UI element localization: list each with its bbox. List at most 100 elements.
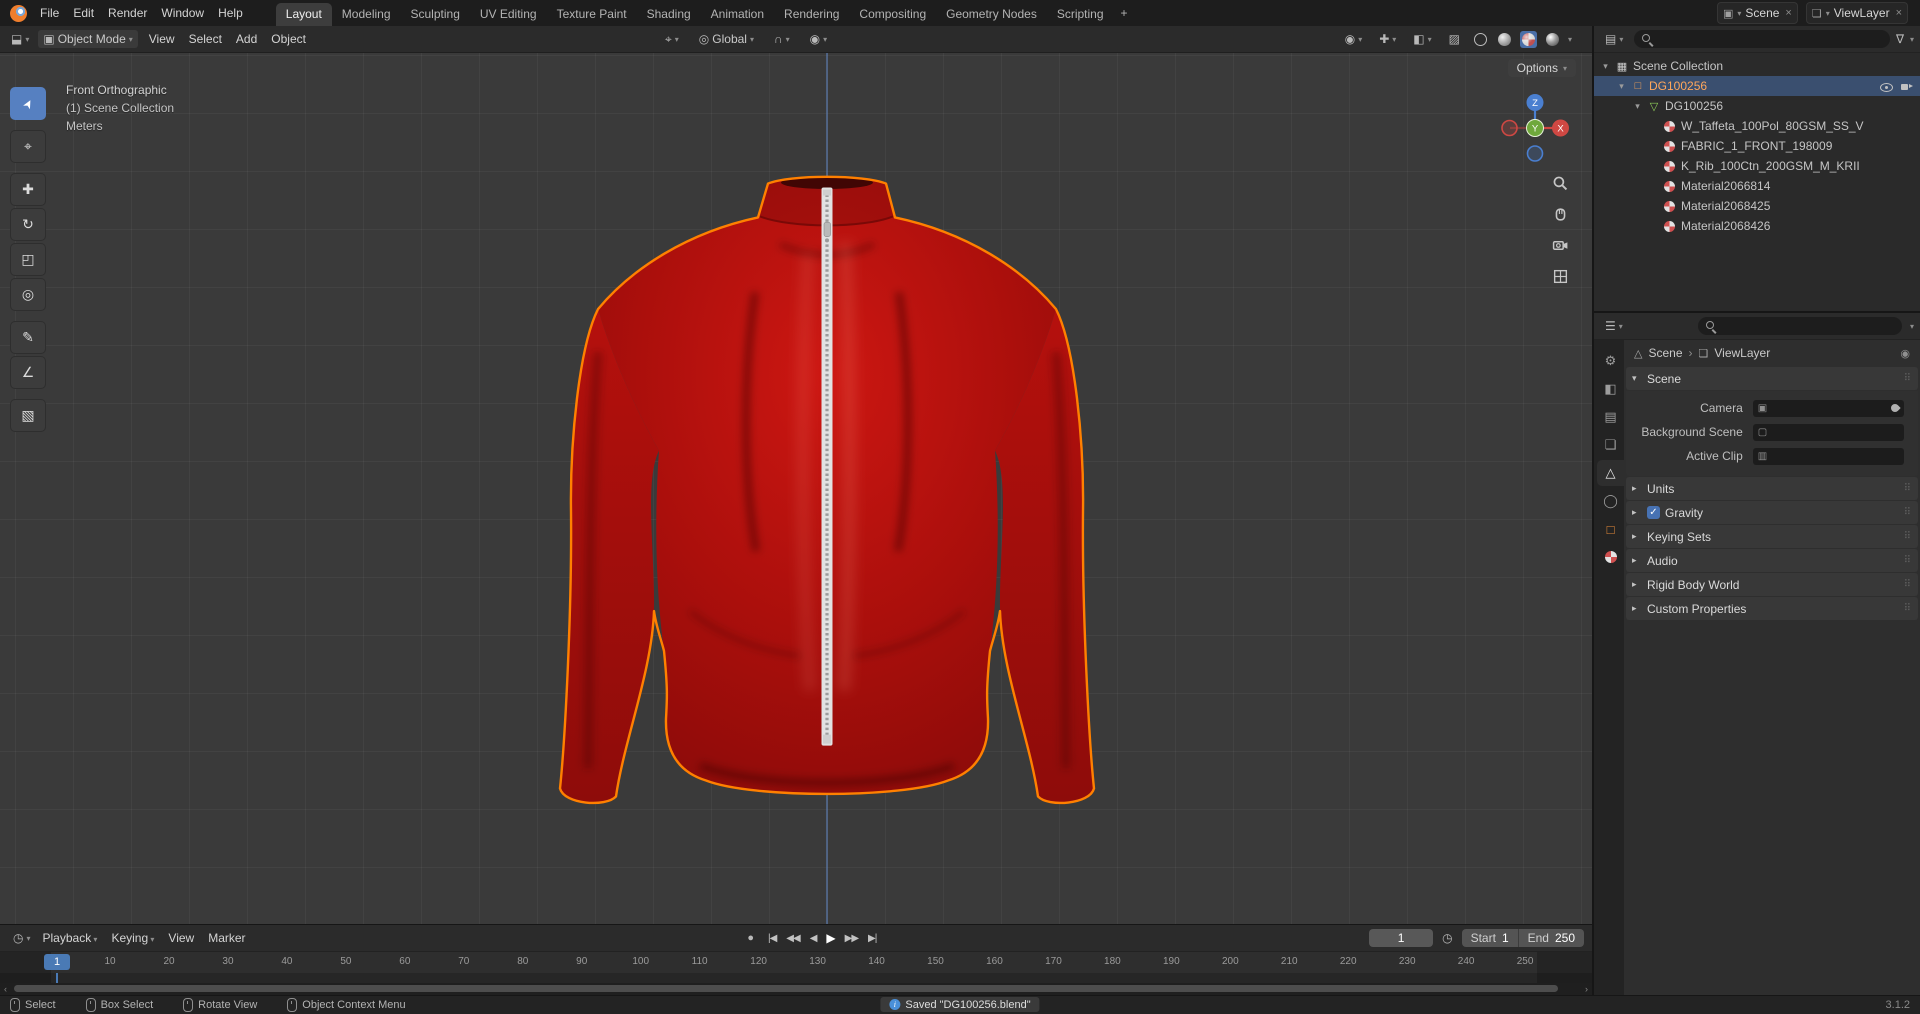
gizmos-dropdown[interactable]: ✚ ▾ [1374,30,1401,48]
pin-icon[interactable]: ◉ [1900,347,1910,360]
viewport-menu-view[interactable]: View [142,29,182,49]
jump-to-end-button[interactable]: ▶| [864,931,880,946]
transform-tool[interactable]: ◎ [10,278,46,311]
tab-layout[interactable]: Layout [275,3,332,26]
disclosure-triangle-icon[interactable]: ▾ [1632,101,1643,112]
panel-gravity[interactable]: ▸ ✓ Gravity ⠿ [1626,501,1918,524]
tab-animation[interactable]: Animation [701,3,774,26]
outliner-row[interactable]: Material2066814 [1594,176,1920,196]
world-tab[interactable]: ◯ [1597,488,1624,514]
axis-neg-x-handle[interactable] [1501,119,1518,137]
outliner-row[interactable]: ▾ □ DG100256 [1594,76,1920,96]
3d-viewport[interactable]: Front Orthographic (1) Scene Collection … [0,53,1592,924]
toggle-ortho-button[interactable] [1548,264,1572,288]
timeline-menu-playback[interactable]: Playback ▾ [36,928,105,948]
proportional-editing-toggle[interactable]: ◉ ▾ [805,30,833,48]
xray-toggle[interactable]: ▨ [1444,30,1465,48]
outliner-row[interactable]: ▾ ▽ DG100256 [1594,96,1920,116]
outliner-row[interactable]: ▾ ▦ Scene Collection [1594,56,1920,76]
background-scene-field[interactable]: ▢ [1752,423,1904,441]
panel-custom-properties[interactable]: ▸ Custom Properties ⠿ [1626,597,1918,620]
preview-range-toggle[interactable]: ◷ [1439,931,1455,945]
panel-audio[interactable]: ▸ Audio ⠿ [1626,549,1918,572]
navigation-gizmo[interactable]: Z X Y [1496,89,1574,167]
annotate-tool[interactable]: ✎ [10,321,46,354]
properties-search-input[interactable] [1697,317,1902,335]
add-cube-tool[interactable]: ▧ [10,399,46,432]
viewport-menu-add[interactable]: Add [229,29,264,49]
measure-tool[interactable]: ∠ [10,356,46,389]
disclosure-triangle-icon[interactable]: ▾ [1616,81,1627,92]
transform-pivot-dropdown[interactable]: ⌖ ▾ [660,30,684,49]
play-reverse-button[interactable]: ◀ [806,931,821,946]
timeline-editor-type-button[interactable]: ◷ ▾ [8,929,36,947]
view-layer-tab[interactable]: ❏ [1597,432,1624,458]
output-tab[interactable]: ▤ [1597,404,1624,430]
object-visibility-dropdown[interactable]: ◉ ▾ [1340,30,1368,48]
end-frame-field[interactable]: End 250 [1518,929,1585,947]
garment-mesh[interactable] [558,175,1096,805]
tab-modeling[interactable]: Modeling [332,3,401,26]
eyedropper-icon[interactable] [1889,402,1901,414]
panel-rigid-body-world[interactable]: ▸ Rigid Body World ⠿ [1626,573,1918,596]
start-frame-field[interactable]: Start 1 [1461,929,1519,947]
gravity-checkbox[interactable]: ✓ [1647,506,1660,519]
timeline-body[interactable] [0,973,1592,983]
active-clip-field[interactable]: ▥ [1752,447,1904,465]
object-tab[interactable]: □ [1597,516,1624,542]
outliner-row[interactable]: K_Rib_100Ctn_200GSM_M_KRII [1594,156,1920,176]
unlink-scene-button[interactable]: × [1783,7,1791,19]
tab-texture-paint[interactable]: Texture Paint [547,3,637,26]
panel-keying-sets[interactable]: ▸ Keying Sets ⠿ [1626,525,1918,548]
tab-geometry-nodes[interactable]: Geometry Nodes [936,3,1047,26]
outliner-editor-type-button[interactable]: ▤ ▾ [1600,30,1628,48]
jump-to-prev-keyframe-button[interactable]: ◀◀ [782,931,803,946]
mode-dropdown[interactable]: ▣ Object Mode ▾ [38,30,138,48]
menu-help[interactable]: Help [211,3,250,23]
scene-tab[interactable]: △ [1597,460,1624,486]
scrollbar-handle[interactable] [14,985,1558,992]
timeline-scrollbar[interactable]: ‹ › [0,983,1592,995]
pan-button[interactable] [1548,202,1572,226]
viewport-menu-object[interactable]: Object [264,29,313,49]
material-tab[interactable] [1597,544,1624,570]
tab-uv-editing[interactable]: UV Editing [470,3,547,26]
panel-units[interactable]: ▸ Units ⠿ [1626,477,1918,500]
shading-rendered-button[interactable] [1544,31,1561,48]
jump-to-next-keyframe-button[interactable]: ▶▶ [841,931,862,946]
outliner-row[interactable]: FABRIC_1_FRONT_198009 [1594,136,1920,156]
play-button[interactable]: ▶ [822,929,838,947]
outliner-row[interactable]: Material2068426 [1594,216,1920,236]
timeline-strip[interactable]: 10 20 30 40 50 60 70 80 90 100 110 120 130 140 150 160 1… [0,952,1592,995]
unlink-viewlayer-button[interactable]: × [1894,7,1902,19]
scale-tool[interactable]: ◰ [10,243,46,276]
menu-render[interactable]: Render [101,3,154,23]
shading-solid-button[interactable] [1496,31,1513,48]
cursor-tool[interactable]: ⌖ [10,130,46,163]
playhead[interactable]: 1 [44,954,70,970]
jump-to-start-button[interactable]: |◀ [764,931,780,946]
camera-field[interactable]: ▣ [1752,399,1904,417]
blender-logo-icon[interactable] [10,4,27,22]
timeline-ruler[interactable]: 10 20 30 40 50 60 70 80 90 100 110 120 130 140 150 160 1… [0,952,1592,973]
chevron-down-icon[interactable]: ▾ [1910,35,1914,44]
zoom-button[interactable] [1548,171,1572,195]
outliner-search-input[interactable] [1634,30,1890,48]
shading-material-preview-button[interactable] [1519,30,1537,48]
eye-icon[interactable] [1879,80,1893,93]
menu-window[interactable]: Window [154,3,211,23]
move-tool[interactable]: ✚ [10,173,46,206]
transform-orientation-dropdown[interactable]: ◎ Global ▾ [694,30,759,48]
breadcrumb-scene[interactable]: Scene [1648,346,1682,360]
chevron-down-icon[interactable]: ▾ [1910,322,1914,331]
auto-keying-record-button[interactable]: ● [741,930,760,946]
tool-tab[interactable]: ⚙ [1597,348,1624,374]
timeline-menu-view[interactable]: View [161,928,201,948]
outliner-row[interactable]: Material2068425 [1594,196,1920,216]
tab-rendering[interactable]: Rendering [774,3,849,26]
filter-funnel-icon[interactable]: ∇ [1896,32,1904,46]
outliner-row[interactable]: W_Taffeta_100Pol_80GSM_SS_V [1594,116,1920,136]
axis-neg-z-handle[interactable] [1526,145,1544,162]
rotate-tool[interactable]: ↻ [10,208,46,241]
snapping-toggle[interactable]: ∩ ▾ [769,30,795,48]
